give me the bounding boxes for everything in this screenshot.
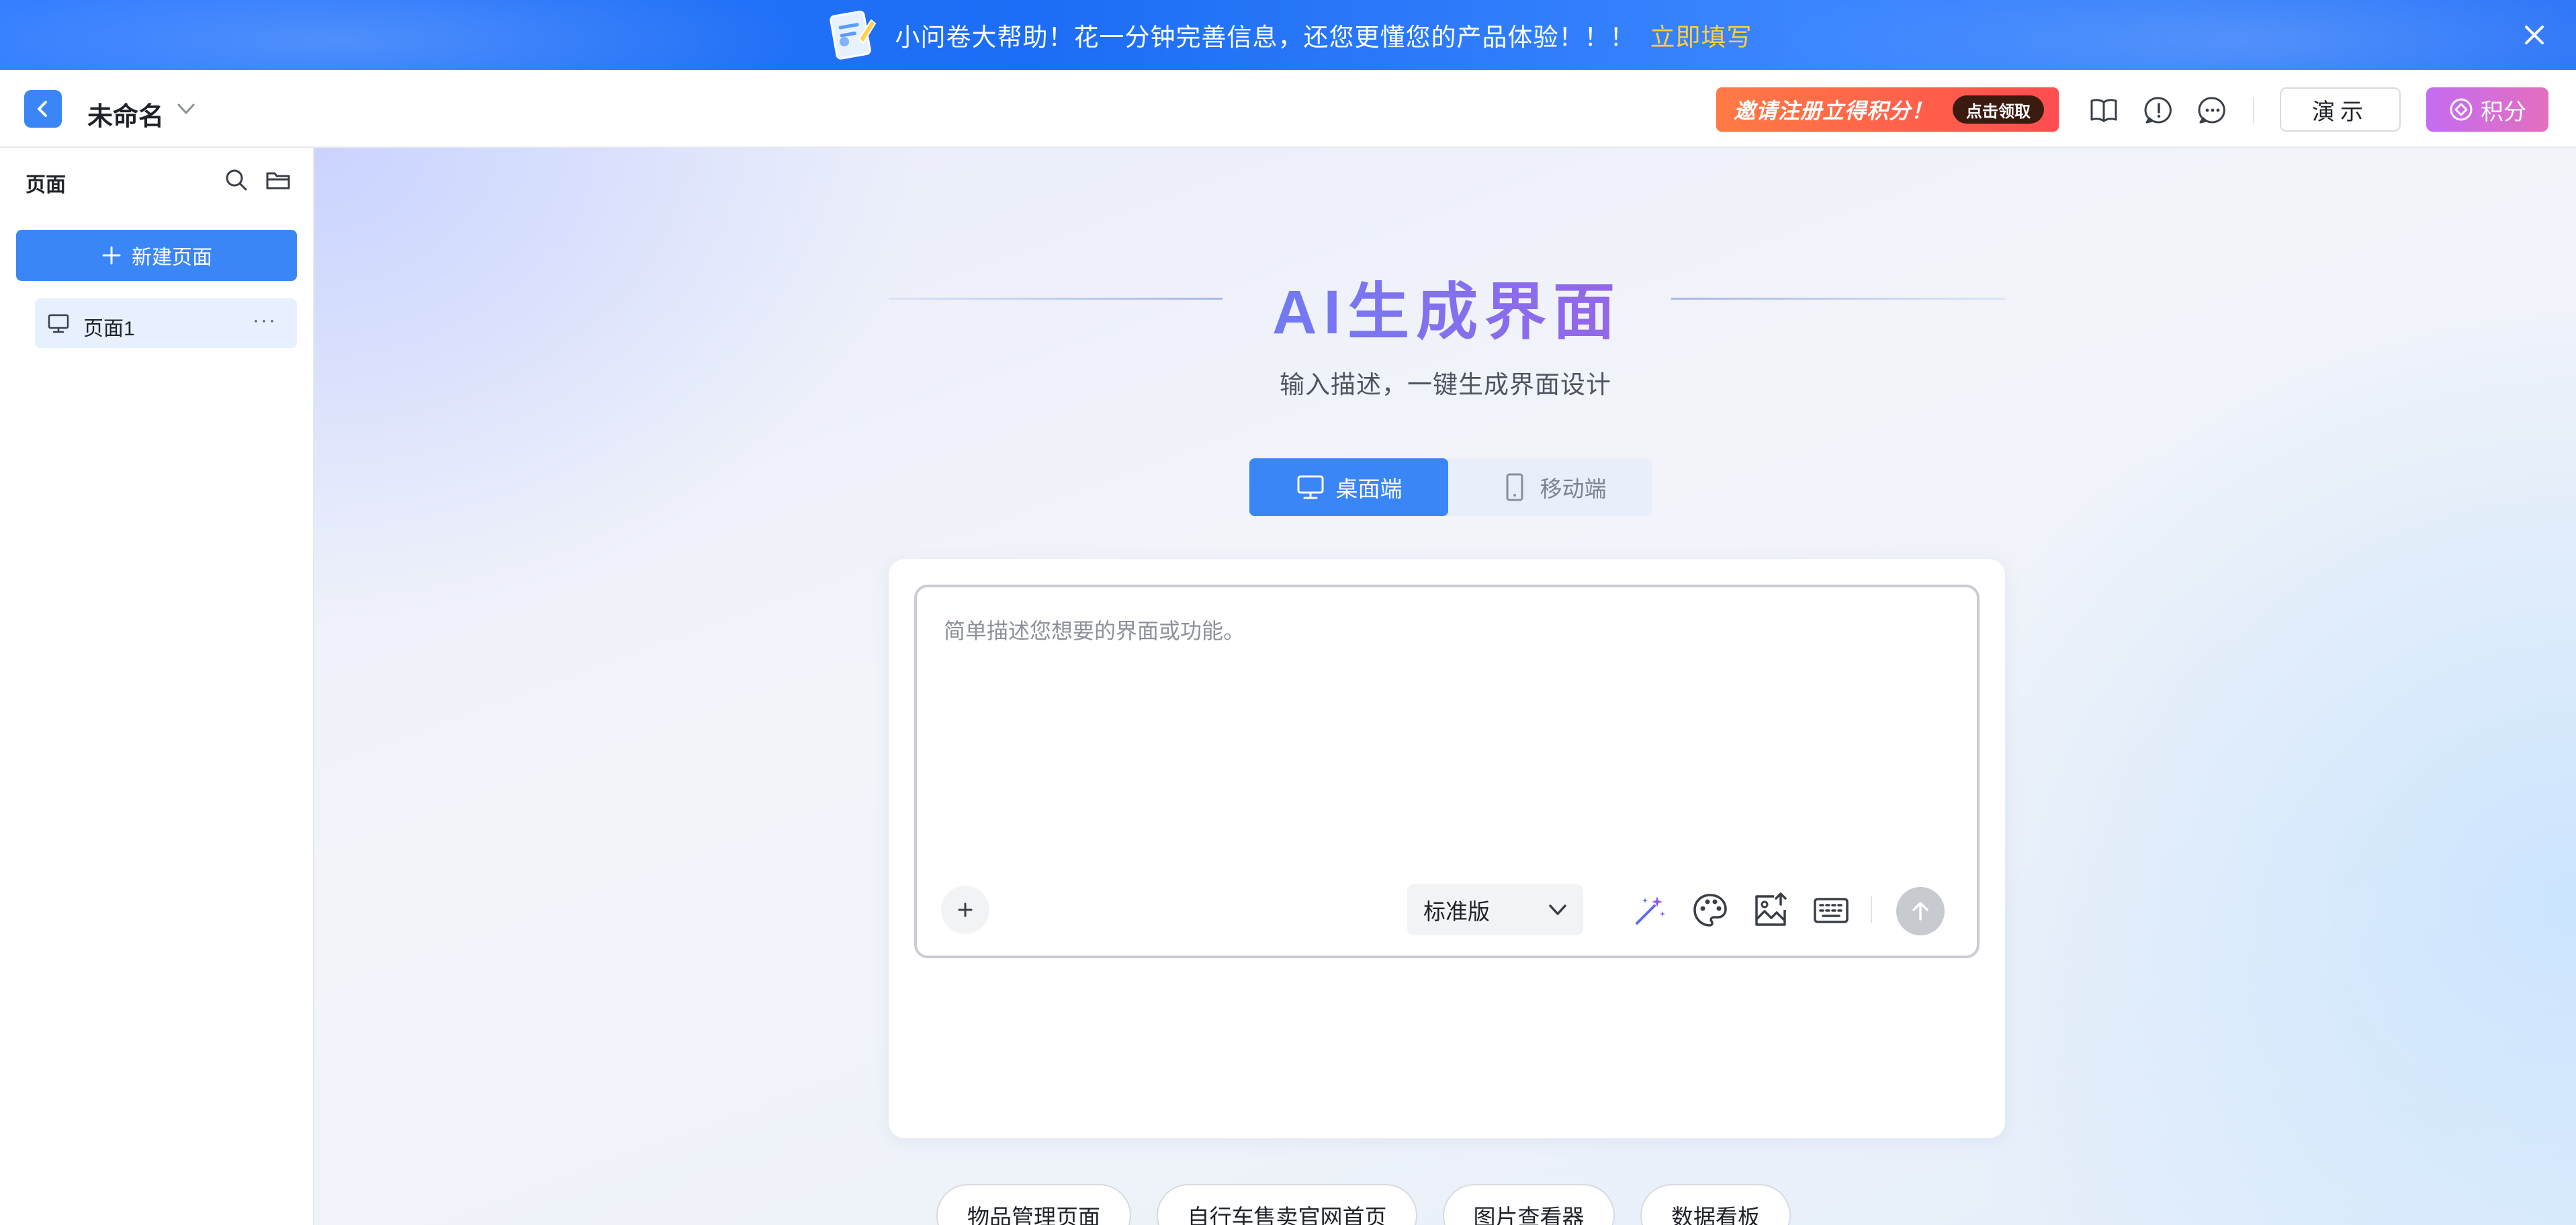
suggestion-chip[interactable]: 物品管理页面 <box>936 1184 1131 1225</box>
page-title: AI生成界面 <box>1223 262 1671 351</box>
prompt-box: 标准版 <box>914 585 1980 958</box>
version-value: 标准版 <box>1423 899 1490 924</box>
new-page-label: 新建页面 <box>132 247 212 269</box>
alert-circle-icon[interactable] <box>2143 94 2175 126</box>
add-attachment-button[interactable] <box>941 886 989 934</box>
more-options-icon[interactable]: ··· <box>253 309 277 332</box>
plus-icon <box>958 902 973 917</box>
keyboard-icon[interactable] <box>1812 891 1851 930</box>
image-upload-icon[interactable] <box>1751 891 1790 930</box>
suggestion-chip[interactable]: 自行车售卖官网首页 <box>1157 1184 1417 1225</box>
top-header: 未命名 邀请注册立得积分！ 点击领取 演示 积分 <box>0 70 2576 148</box>
points-button[interactable]: 积分 <box>2426 87 2548 132</box>
chat-icon[interactable] <box>2196 94 2229 126</box>
search-icon[interactable] <box>223 167 250 194</box>
folder-icon[interactable] <box>265 167 292 194</box>
close-icon[interactable] <box>2520 20 2549 50</box>
invite-promo-banner[interactable]: 邀请注册立得积分！ 点击领取 <box>1716 87 2059 132</box>
tab-mobile[interactable]: 移动端 <box>1454 458 1652 516</box>
banner-content: 小问卷大帮助！花一分钟完善信息，还您更懂您的产品体验！！！ 立即填写 <box>824 7 1752 63</box>
prompt-input[interactable] <box>944 614 1951 816</box>
title-decor-line-left <box>889 298 1223 300</box>
survey-banner: 小问卷大帮助！花一分钟完善信息，还您更懂您的产品体验！！！ 立即填写 <box>0 0 2576 70</box>
sidebar-title: 页面 <box>26 174 66 196</box>
book-icon[interactable] <box>2088 94 2120 126</box>
monitor-icon <box>1297 475 1323 499</box>
toolbar-divider <box>1871 896 1872 923</box>
arrow-up-icon <box>1912 902 1928 921</box>
prompt-card: 标准版 <box>889 559 2005 1138</box>
page-subtitle: 输入描述，一键生成界面设计 <box>1280 371 1611 398</box>
promo-claim-badge[interactable]: 点击领取 <box>1953 95 2044 124</box>
new-page-button[interactable]: 新建页面 <box>16 230 297 281</box>
suggestion-chip[interactable]: 数据看板 <box>1640 1184 1791 1225</box>
monitor-icon <box>48 314 69 333</box>
header-divider <box>2253 97 2254 124</box>
sidebar-item-page1[interactable]: 页面1 ··· <box>35 298 297 348</box>
platform-tabs: 桌面端 移动端 <box>1249 458 1652 516</box>
suggestion-chip[interactable]: 图片查看器 <box>1443 1184 1615 1225</box>
main-canvas: AI生成界面 输入描述，一键生成界面设计 桌面端 移动端 简单描述您想要的界面或… <box>314 148 2576 1225</box>
app-root: 小问卷大帮助！花一分钟完善信息，还您更懂您的产品体验！！！ 立即填写 未命名 邀… <box>0 0 2576 1225</box>
points-diamond-icon <box>2450 98 2473 121</box>
chevron-left-icon <box>38 101 47 117</box>
page-item-label: 页面1 <box>83 318 135 340</box>
survey-clipboard-icon <box>829 10 876 60</box>
plus-icon <box>102 246 121 265</box>
version-select[interactable]: 标准版 <box>1407 884 1583 935</box>
demo-button[interactable]: 演示 <box>2280 87 2401 132</box>
back-button[interactable] <box>24 90 62 128</box>
points-label: 积分 <box>2481 99 2526 125</box>
banner-message: 小问卷大帮助！花一分钟完善信息，还您更懂您的产品体验！！！ <box>895 24 1636 51</box>
banner-fill-link[interactable]: 立即填写 <box>1650 17 1752 53</box>
mobile-icon <box>1506 473 1523 501</box>
tab-mobile-label: 移动端 <box>1540 476 1607 501</box>
chevron-down-icon[interactable] <box>176 101 196 117</box>
magic-wand-icon[interactable] <box>1630 891 1669 930</box>
send-button[interactable] <box>1896 887 1945 935</box>
tab-desktop-label: 桌面端 <box>1335 476 1403 501</box>
project-title[interactable]: 未命名 <box>87 95 164 132</box>
pages-sidebar: 页面 新建页面 页面1 ··· <box>0 148 314 1225</box>
tab-desktop[interactable]: 桌面端 <box>1249 458 1448 516</box>
palette-icon[interactable] <box>1691 891 1730 930</box>
chevron-down-icon <box>1549 904 1566 915</box>
promo-text: 邀请注册立得积分！ <box>1734 99 1934 123</box>
title-decor-line-right <box>1671 298 2005 300</box>
